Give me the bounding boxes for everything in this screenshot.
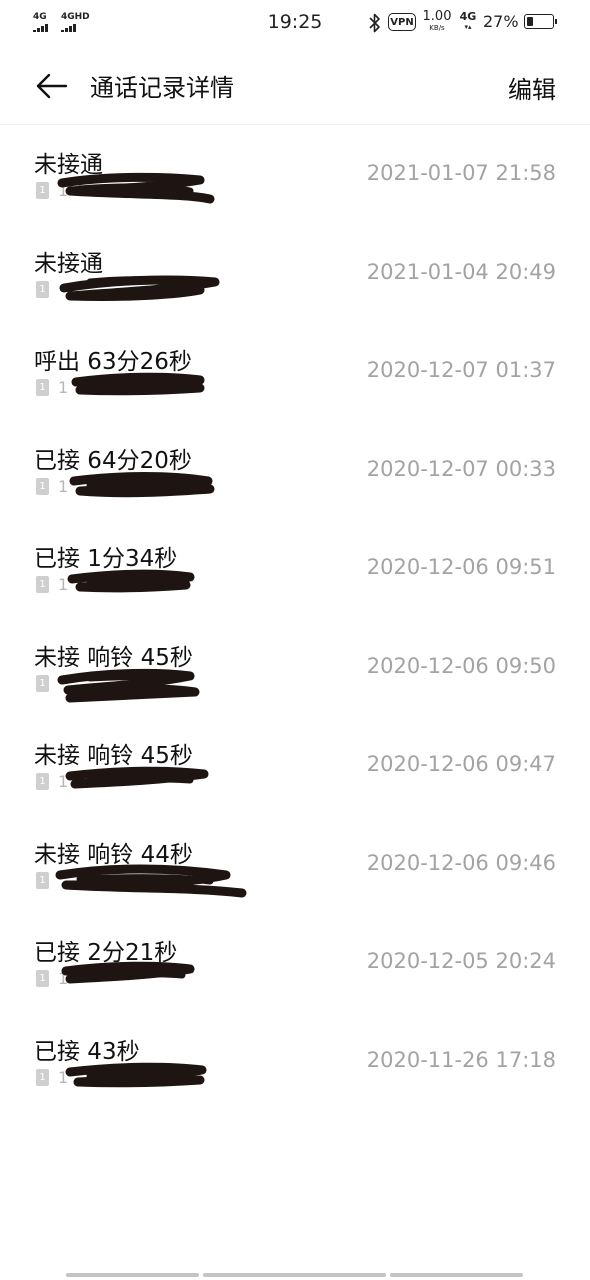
call-type-duration: 未接通	[34, 152, 103, 178]
phone-number: 1	[58, 969, 69, 988]
sim-card-icon: 1	[36, 1068, 49, 1086]
title-bar: 通话记录详情 编辑	[0, 48, 590, 125]
call-log-row[interactable]: 已接 2分21秒 1 1 2020-12-05 20:24	[0, 913, 590, 1012]
call-type-duration: 已接 43秒	[34, 1038, 140, 1065]
call-datetime: 2020-12-07 01:37	[366, 358, 556, 382]
sim-card-icon: 1	[36, 970, 49, 987]
sim-card-icon: 1	[36, 576, 49, 593]
call-datetime: 2020-12-06 09:46	[366, 850, 556, 875]
phone-number: 1	[58, 476, 69, 496]
sim-card-icon: 1	[36, 280, 49, 298]
mobile-data-icon: 4G ▾▴	[459, 10, 477, 32]
call-type-duration: 未接 响铃 45秒	[34, 743, 193, 769]
phone-number: 1	[58, 772, 69, 791]
call-type-duration: 已接 1分34秒	[34, 546, 178, 572]
network-speed-unit: KB/s	[429, 24, 445, 32]
sim-card-icon: 1	[36, 773, 49, 790]
call-type-duration: 未接 响铃 45秒	[34, 644, 193, 671]
sim-card-icon: 1	[36, 674, 49, 692]
mobile-data-label: 4G	[459, 10, 477, 23]
call-log-row[interactable]: 呼出 63分26秒 1 1 2020-12-07 01:37	[0, 322, 590, 421]
sim-card-icon: 1	[36, 379, 49, 396]
call-type-duration: 呼出 63分26秒	[34, 349, 192, 375]
phone-number: 1 0	[58, 181, 84, 200]
sim-card-icon: 1	[36, 871, 49, 889]
network-speed: 1.00 KB/s	[422, 9, 452, 33]
phone-number: 1	[58, 575, 69, 594]
sim-card-icon: 1	[36, 182, 49, 199]
vpn-badge: VPN	[388, 13, 416, 31]
gesture-navigation-bar[interactable]	[0, 1268, 590, 1280]
call-log-row[interactable]: 未接 响铃 44秒 1 2020-12-06 09:46	[0, 815, 590, 914]
call-datetime: 2020-12-06 09:47	[366, 752, 556, 776]
call-datetime: 2020-12-06 09:51	[366, 555, 556, 579]
battery-percent: 27%	[483, 12, 519, 31]
call-log-list: 未接通 1 1 0 2021-01-07 21:58 未接通 1 2021-01…	[0, 125, 590, 1110]
page-title: 通话记录详情	[90, 74, 234, 102]
call-log-row[interactable]: 已接 43秒 1 1 2020-11-26 17:18	[0, 1012, 590, 1111]
call-datetime: 2020-12-05 20:24	[366, 949, 556, 973]
sim-card-icon: 1	[36, 477, 49, 495]
call-log-row[interactable]: 未接 响铃 45秒 1 2020-12-06 09:50	[0, 618, 590, 717]
call-datetime: 2021-01-07 21:58	[366, 161, 556, 185]
bluetooth-icon	[369, 13, 380, 33]
call-log-row[interactable]: 已接 1分34秒 1 1 2020-12-06 09:51	[0, 519, 590, 618]
back-arrow-icon[interactable]	[34, 70, 70, 102]
phone-number: 1	[58, 1067, 69, 1087]
call-log-row[interactable]: 未接 响铃 45秒 1 1 2020-12-06 09:47	[0, 716, 590, 815]
call-type-duration: 未接 响铃 44秒	[34, 841, 193, 868]
status-bar: 4G 4GHD 19:25 VPN 1.00 KB/s 4G ▾▴ 27%	[0, 0, 590, 48]
call-datetime: 2020-11-26 17:18	[366, 1047, 556, 1072]
phone-number: 1	[58, 378, 69, 397]
edit-button[interactable]: 编辑	[508, 70, 556, 105]
call-datetime: 2021-01-04 20:49	[366, 259, 556, 284]
call-type-duration: 未接通	[34, 250, 103, 277]
call-type-duration: 已接 2分21秒	[34, 940, 178, 966]
call-type-duration: 已接 64分20秒	[34, 447, 192, 474]
call-log-row[interactable]: 未接通 1 1 0 2021-01-07 21:58	[0, 125, 590, 224]
call-log-row[interactable]: 已接 64分20秒 1 1 2020-12-07 00:33	[0, 421, 590, 520]
call-datetime: 2020-12-06 09:50	[366, 653, 556, 678]
call-log-row[interactable]: 未接通 1 2021-01-04 20:49	[0, 224, 590, 323]
call-datetime: 2020-12-07 00:33	[366, 456, 556, 481]
battery-icon	[524, 14, 557, 29]
network-speed-value: 1.00	[422, 9, 452, 24]
